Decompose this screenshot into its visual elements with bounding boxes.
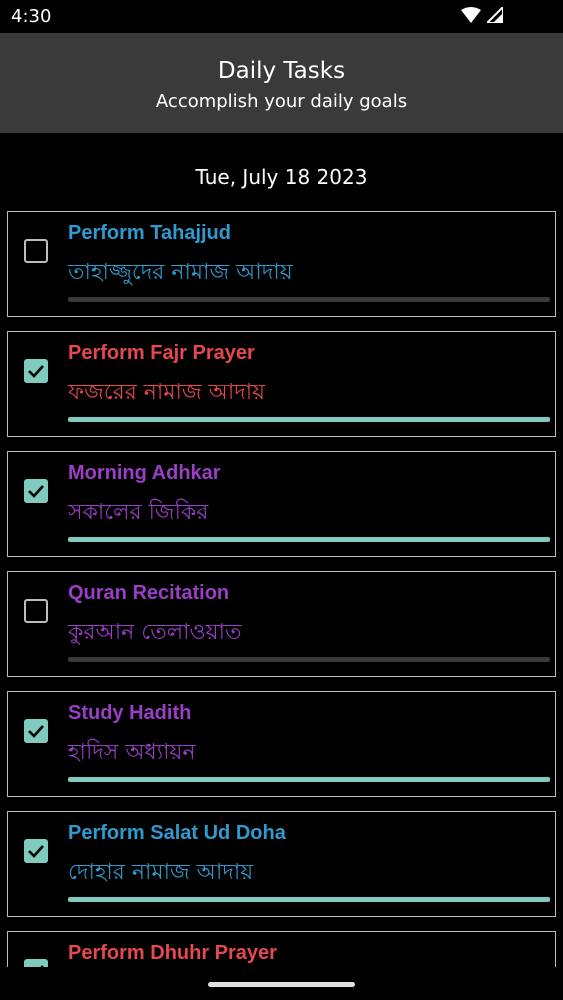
task-card[interactable]: Perform Salat Ud Doha দোহার নামাজ আদায় [7,811,556,917]
task-title: Morning Adhkar [68,462,221,484]
task-progress-bar [68,537,550,542]
task-title: Quran Recitation [68,582,230,604]
task-checkbox[interactable] [24,599,48,623]
task-title: Perform Tahajjud [68,222,231,244]
task-card[interactable]: Perform Tahajjud তাহাজ্জুদের নামাজ আদায় [7,211,556,317]
task-title: Perform Salat Ud Doha [68,822,286,844]
task-progress-bar [68,657,550,662]
checkmark-icon [28,485,44,498]
status-bar: 4:30 [0,0,563,33]
task-progress-bar [68,417,550,422]
task-subtitle: দোহার নামাজ আদায় [68,860,254,885]
status-icons [461,7,503,23]
task-progress-fill [68,897,550,902]
task-title: Perform Fajr Prayer [68,342,255,364]
task-card[interactable]: Quran Recitation কুরআন তেলাওয়াত [7,571,556,677]
task-checkbox[interactable] [24,719,48,743]
home-indicator[interactable] [208,982,355,987]
current-date: Tue, July 18 2023 [195,165,368,189]
task-checkbox[interactable] [24,839,48,863]
task-subtitle: কুরআন তেলাওয়াত [68,620,242,645]
page-subtitle: Accomplish your daily goals [155,91,408,112]
status-time: 4:30 [11,6,52,27]
task-progress-bar [68,297,550,302]
task-card[interactable]: Morning Adhkar সকালের জিকির [7,451,556,557]
task-progress-fill [68,417,550,422]
task-list[interactable]: Perform Tahajjud তাহাজ্জুদের নামাজ আদায় P… [0,211,563,967]
task-subtitle: সকালের জিকির [68,500,209,525]
task-checkbox[interactable] [24,479,48,503]
task-progress-fill [68,537,550,542]
checkmark-icon [28,845,44,858]
task-subtitle: তাহাজ্জুদের নামাজ আদায় [68,260,293,285]
task-subtitle: হাদিস অধ্যায়ন [68,740,196,765]
task-title: Perform Dhuhr Prayer [68,942,277,964]
checkmark-icon [28,365,44,378]
task-progress-bar [68,897,550,902]
task-card[interactable]: Study Hadith হাদিস অধ্যায়ন [7,691,556,797]
checkmark-icon [28,725,44,738]
task-progress-fill [68,777,550,782]
cellular-signal-icon [487,7,503,23]
task-card[interactable]: Perform Dhuhr Prayer [7,931,556,967]
navigation-bar [0,967,563,1000]
wifi-icon [461,7,481,23]
page-title: Daily Tasks [217,58,346,84]
task-title: Study Hadith [68,702,192,724]
task-progress-bar [68,777,550,782]
task-card[interactable]: Perform Fajr Prayer ফজরের নামাজ আদায় [7,331,556,437]
task-checkbox[interactable] [24,359,48,383]
task-subtitle: ফজরের নামাজ আদায় [68,380,266,405]
task-checkbox[interactable] [24,239,48,263]
task-checkbox[interactable] [24,959,48,967]
app-bar: Daily Tasks Accomplish your daily goals [0,33,563,133]
